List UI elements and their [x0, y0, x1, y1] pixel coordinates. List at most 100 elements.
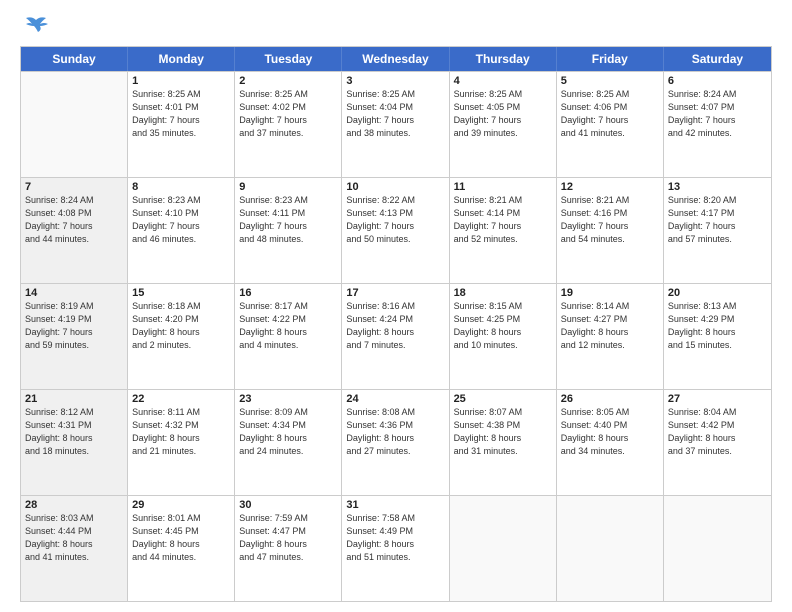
header [20, 16, 772, 38]
calendar-cell: 7Sunrise: 8:24 AM Sunset: 4:08 PM Daylig… [21, 178, 128, 283]
calendar-cell: 4Sunrise: 8:25 AM Sunset: 4:05 PM Daylig… [450, 72, 557, 177]
day-number: 6 [668, 75, 767, 87]
day-info: Sunrise: 8:04 AM Sunset: 4:42 PM Dayligh… [668, 406, 767, 458]
day-info: Sunrise: 8:21 AM Sunset: 4:16 PM Dayligh… [561, 194, 659, 246]
calendar-cell: 25Sunrise: 8:07 AM Sunset: 4:38 PM Dayli… [450, 390, 557, 495]
day-number: 19 [561, 287, 659, 299]
day-number: 17 [346, 287, 444, 299]
calendar-header-day: Tuesday [235, 47, 342, 71]
day-number: 11 [454, 181, 552, 193]
day-info: Sunrise: 8:08 AM Sunset: 4:36 PM Dayligh… [346, 406, 444, 458]
day-info: Sunrise: 8:18 AM Sunset: 4:20 PM Dayligh… [132, 300, 230, 352]
calendar-cell: 14Sunrise: 8:19 AM Sunset: 4:19 PM Dayli… [21, 284, 128, 389]
calendar-cell: 11Sunrise: 8:21 AM Sunset: 4:14 PM Dayli… [450, 178, 557, 283]
day-number: 18 [454, 287, 552, 299]
day-info: Sunrise: 8:14 AM Sunset: 4:27 PM Dayligh… [561, 300, 659, 352]
calendar-header-day: Wednesday [342, 47, 449, 71]
day-number: 12 [561, 181, 659, 193]
day-number: 15 [132, 287, 230, 299]
day-info: Sunrise: 8:23 AM Sunset: 4:10 PM Dayligh… [132, 194, 230, 246]
day-info: Sunrise: 8:25 AM Sunset: 4:01 PM Dayligh… [132, 88, 230, 140]
calendar-header-day: Sunday [21, 47, 128, 71]
calendar-header: SundayMondayTuesdayWednesdayThursdayFrid… [21, 47, 771, 71]
calendar-cell: 5Sunrise: 8:25 AM Sunset: 4:06 PM Daylig… [557, 72, 664, 177]
day-info: Sunrise: 8:01 AM Sunset: 4:45 PM Dayligh… [132, 512, 230, 564]
day-info: Sunrise: 8:20 AM Sunset: 4:17 PM Dayligh… [668, 194, 767, 246]
day-info: Sunrise: 8:17 AM Sunset: 4:22 PM Dayligh… [239, 300, 337, 352]
calendar-cell: 1Sunrise: 8:25 AM Sunset: 4:01 PM Daylig… [128, 72, 235, 177]
day-info: Sunrise: 8:25 AM Sunset: 4:02 PM Dayligh… [239, 88, 337, 140]
day-info: Sunrise: 8:12 AM Sunset: 4:31 PM Dayligh… [25, 406, 123, 458]
day-number: 29 [132, 499, 230, 511]
day-info: Sunrise: 8:03 AM Sunset: 4:44 PM Dayligh… [25, 512, 123, 564]
day-info: Sunrise: 8:15 AM Sunset: 4:25 PM Dayligh… [454, 300, 552, 352]
calendar-cell [450, 496, 557, 601]
logo-bird-icon [22, 16, 50, 38]
calendar-cell: 23Sunrise: 8:09 AM Sunset: 4:34 PM Dayli… [235, 390, 342, 495]
day-info: Sunrise: 8:25 AM Sunset: 4:05 PM Dayligh… [454, 88, 552, 140]
day-info: Sunrise: 8:09 AM Sunset: 4:34 PM Dayligh… [239, 406, 337, 458]
day-info: Sunrise: 8:05 AM Sunset: 4:40 PM Dayligh… [561, 406, 659, 458]
calendar-header-day: Monday [128, 47, 235, 71]
day-number: 4 [454, 75, 552, 87]
day-number: 1 [132, 75, 230, 87]
day-number: 3 [346, 75, 444, 87]
day-number: 31 [346, 499, 444, 511]
calendar-week: 21Sunrise: 8:12 AM Sunset: 4:31 PM Dayli… [21, 389, 771, 495]
day-number: 5 [561, 75, 659, 87]
calendar-header-day: Saturday [664, 47, 771, 71]
calendar-cell [557, 496, 664, 601]
day-number: 16 [239, 287, 337, 299]
calendar-cell: 9Sunrise: 8:23 AM Sunset: 4:11 PM Daylig… [235, 178, 342, 283]
calendar: SundayMondayTuesdayWednesdayThursdayFrid… [20, 46, 772, 602]
calendar-cell: 6Sunrise: 8:24 AM Sunset: 4:07 PM Daylig… [664, 72, 771, 177]
calendar-header-day: Friday [557, 47, 664, 71]
day-number: 24 [346, 393, 444, 405]
calendar-cell: 21Sunrise: 8:12 AM Sunset: 4:31 PM Dayli… [21, 390, 128, 495]
calendar-cell [664, 496, 771, 601]
day-info: Sunrise: 8:24 AM Sunset: 4:08 PM Dayligh… [25, 194, 123, 246]
day-number: 7 [25, 181, 123, 193]
calendar-cell: 8Sunrise: 8:23 AM Sunset: 4:10 PM Daylig… [128, 178, 235, 283]
day-number: 9 [239, 181, 337, 193]
calendar-cell [21, 72, 128, 177]
calendar-body: 1Sunrise: 8:25 AM Sunset: 4:01 PM Daylig… [21, 71, 771, 601]
day-number: 13 [668, 181, 767, 193]
calendar-cell: 2Sunrise: 8:25 AM Sunset: 4:02 PM Daylig… [235, 72, 342, 177]
calendar-cell: 28Sunrise: 8:03 AM Sunset: 4:44 PM Dayli… [21, 496, 128, 601]
day-info: Sunrise: 8:25 AM Sunset: 4:04 PM Dayligh… [346, 88, 444, 140]
calendar-cell: 20Sunrise: 8:13 AM Sunset: 4:29 PM Dayli… [664, 284, 771, 389]
calendar-cell: 24Sunrise: 8:08 AM Sunset: 4:36 PM Dayli… [342, 390, 449, 495]
calendar-week: 28Sunrise: 8:03 AM Sunset: 4:44 PM Dayli… [21, 495, 771, 601]
day-info: Sunrise: 8:19 AM Sunset: 4:19 PM Dayligh… [25, 300, 123, 352]
calendar-cell: 29Sunrise: 8:01 AM Sunset: 4:45 PM Dayli… [128, 496, 235, 601]
calendar-cell: 19Sunrise: 8:14 AM Sunset: 4:27 PM Dayli… [557, 284, 664, 389]
calendar-cell: 17Sunrise: 8:16 AM Sunset: 4:24 PM Dayli… [342, 284, 449, 389]
day-info: Sunrise: 8:13 AM Sunset: 4:29 PM Dayligh… [668, 300, 767, 352]
day-info: Sunrise: 8:11 AM Sunset: 4:32 PM Dayligh… [132, 406, 230, 458]
day-number: 8 [132, 181, 230, 193]
day-number: 30 [239, 499, 337, 511]
day-info: Sunrise: 8:16 AM Sunset: 4:24 PM Dayligh… [346, 300, 444, 352]
calendar-week: 1Sunrise: 8:25 AM Sunset: 4:01 PM Daylig… [21, 71, 771, 177]
calendar-cell: 13Sunrise: 8:20 AM Sunset: 4:17 PM Dayli… [664, 178, 771, 283]
logo [20, 16, 50, 38]
calendar-cell: 3Sunrise: 8:25 AM Sunset: 4:04 PM Daylig… [342, 72, 449, 177]
calendar-cell: 18Sunrise: 8:15 AM Sunset: 4:25 PM Dayli… [450, 284, 557, 389]
day-number: 27 [668, 393, 767, 405]
day-number: 26 [561, 393, 659, 405]
calendar-cell: 26Sunrise: 8:05 AM Sunset: 4:40 PM Dayli… [557, 390, 664, 495]
day-info: Sunrise: 8:07 AM Sunset: 4:38 PM Dayligh… [454, 406, 552, 458]
day-number: 21 [25, 393, 123, 405]
calendar-cell: 12Sunrise: 8:21 AM Sunset: 4:16 PM Dayli… [557, 178, 664, 283]
day-info: Sunrise: 8:24 AM Sunset: 4:07 PM Dayligh… [668, 88, 767, 140]
day-info: Sunrise: 8:23 AM Sunset: 4:11 PM Dayligh… [239, 194, 337, 246]
day-info: Sunrise: 7:59 AM Sunset: 4:47 PM Dayligh… [239, 512, 337, 564]
calendar-cell: 30Sunrise: 7:59 AM Sunset: 4:47 PM Dayli… [235, 496, 342, 601]
day-info: Sunrise: 8:21 AM Sunset: 4:14 PM Dayligh… [454, 194, 552, 246]
calendar-week: 7Sunrise: 8:24 AM Sunset: 4:08 PM Daylig… [21, 177, 771, 283]
day-number: 10 [346, 181, 444, 193]
calendar-cell: 27Sunrise: 8:04 AM Sunset: 4:42 PM Dayli… [664, 390, 771, 495]
calendar-cell: 10Sunrise: 8:22 AM Sunset: 4:13 PM Dayli… [342, 178, 449, 283]
day-info: Sunrise: 8:25 AM Sunset: 4:06 PM Dayligh… [561, 88, 659, 140]
